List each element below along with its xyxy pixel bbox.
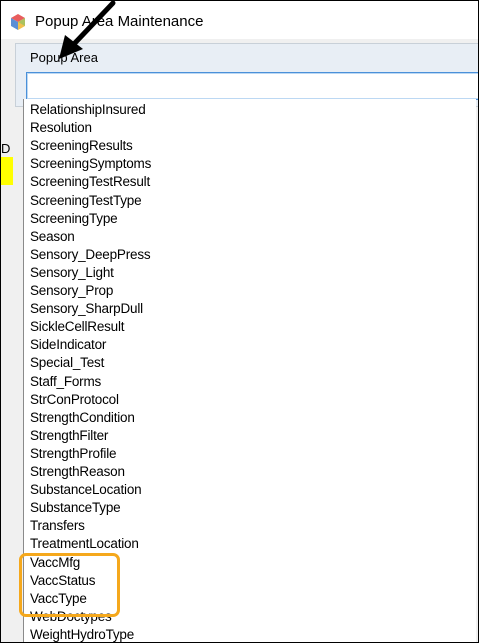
dropdown-item[interactable]: RelationshipInsured <box>30 101 146 119</box>
annotation-arrow-icon <box>59 1 116 59</box>
background-partial-label: D <box>1 141 11 156</box>
dropdown-item[interactable]: StrengthCondition <box>30 409 135 427</box>
dropdown-item[interactable]: VaccMfg <box>30 554 80 572</box>
dropdown-item[interactable]: Transfers <box>30 517 85 535</box>
dropdown-item[interactable]: TreatmentLocation <box>30 535 139 553</box>
dropdown-item[interactable]: Resolution <box>30 119 92 137</box>
dropdown-item[interactable]: Staff_Forms <box>30 373 101 391</box>
dropdown-item[interactable]: SideIndicator <box>30 336 106 354</box>
dropdown-item[interactable]: WebDoctypes <box>30 608 112 626</box>
dropdown-item[interactable]: SickleCellResult <box>30 318 125 336</box>
dropdown-item[interactable]: ScreeningTestResult <box>30 173 150 191</box>
dropdown-item[interactable]: StrConProtocol <box>30 391 119 409</box>
app-cube-icon <box>9 13 27 31</box>
dropdown-item[interactable]: VaccType <box>30 590 87 608</box>
dropdown-item[interactable]: SubstanceLocation <box>30 481 142 499</box>
background-yellow-field <box>1 157 13 185</box>
dropdown-item[interactable]: Season <box>30 228 75 246</box>
dropdown-item[interactable]: Special_Test <box>30 354 104 372</box>
dropdown-item[interactable]: Sensory_DeepPress <box>30 246 151 264</box>
popup-area-dropdown-list[interactable]: RelationshipInsured Resolution ScreeningRe… <box>23 99 476 642</box>
dropdown-item[interactable]: ScreeningSymptoms <box>30 155 151 173</box>
dropdown-item[interactable]: ScreeningType <box>30 210 118 228</box>
dropdown-item[interactable]: SubstanceType <box>30 499 121 517</box>
dropdown-item[interactable]: WeightHydroType <box>30 626 134 642</box>
popup-area-maintenance-window: Popup Area Maintenance Popup Area D Rela… <box>0 0 479 643</box>
popup-area-combobox[interactable] <box>26 72 478 100</box>
dropdown-item[interactable]: ScreeningTestType <box>30 192 142 210</box>
dropdown-item[interactable]: Sensory_SharpDull <box>30 300 143 318</box>
dropdown-item[interactable]: VaccStatus <box>30 572 95 590</box>
dropdown-item[interactable]: StrengthReason <box>30 463 125 481</box>
dropdown-item[interactable]: Sensory_Prop <box>30 282 113 300</box>
dropdown-item[interactable]: ScreeningResults <box>30 137 133 155</box>
dropdown-item[interactable]: StrengthFilter <box>30 427 108 445</box>
dropdown-item[interactable]: StrengthProfile <box>30 445 117 463</box>
dropdown-item[interactable]: Sensory_Light <box>30 264 114 282</box>
